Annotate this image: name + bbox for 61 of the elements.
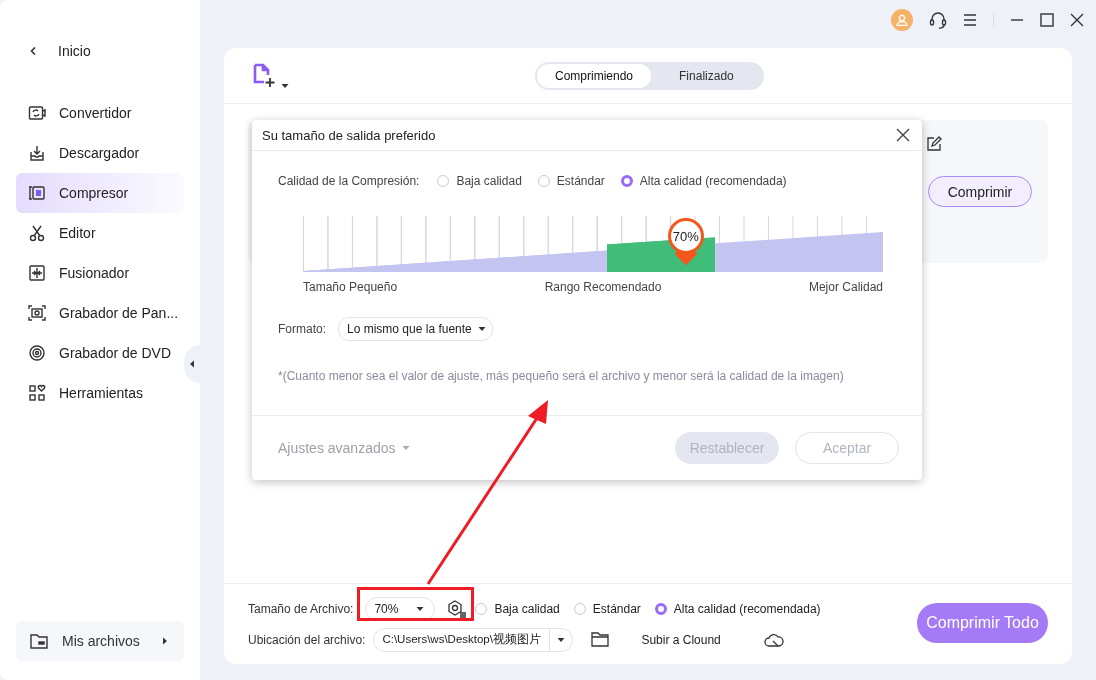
folder-icon	[30, 633, 48, 649]
sidebar-item[interactable]: Compresor	[16, 173, 184, 213]
convert-icon	[28, 104, 46, 122]
add-file-button[interactable]	[252, 62, 289, 89]
apps-icon	[28, 384, 46, 402]
format-label: Formato:	[278, 322, 326, 336]
compress-icon	[28, 184, 46, 202]
file-size-label: Tamaño de Archivo:	[248, 601, 354, 616]
sidebar-item[interactable]: Grabador de DVD	[16, 333, 184, 373]
quality-radio[interactable]: Alta calidad (recomendada)	[620, 174, 787, 188]
quality-slider[interactable]: 70%	[303, 216, 883, 272]
sidebar-item[interactable]: Convertidor	[16, 93, 184, 133]
user-icon	[896, 14, 908, 26]
collapse-tab[interactable]	[184, 345, 200, 383]
sidebar-item[interactable]: Descargador	[16, 133, 184, 173]
upload-cloud-link[interactable]: Subir a Clound	[641, 632, 721, 647]
tab[interactable]: Comprimiendo	[537, 64, 652, 88]
sidebar-item[interactable]: Herramientas	[16, 373, 184, 413]
close-icon[interactable]	[896, 128, 910, 142]
merge-icon	[28, 264, 46, 282]
dialog-title: Su tamaño de salida preferido	[262, 127, 436, 143]
chevron-right-icon	[162, 637, 168, 645]
quality-radio[interactable]: Estándar	[537, 174, 605, 188]
settings-icon[interactable]	[447, 599, 468, 618]
sidebar-item[interactable]: Editor	[16, 213, 184, 253]
format-dropdown[interactable]: Lo mismo que la fuente	[338, 317, 493, 341]
close-icon[interactable]	[1070, 13, 1084, 27]
slider-label: Rango Recomendado	[544, 280, 662, 294]
tab[interactable]: Finalizado	[651, 64, 762, 88]
folder-icon[interactable]	[591, 632, 610, 647]
scissors-icon	[28, 224, 46, 242]
screen-record-icon	[28, 304, 46, 322]
download-icon	[28, 144, 46, 162]
back-link[interactable]: Inicio	[30, 43, 91, 59]
quality-radio[interactable]: Estándar	[573, 601, 641, 616]
caret-icon	[281, 82, 289, 89]
add-file-icon	[252, 62, 276, 89]
quality-radio[interactable]: Baja calidad	[437, 174, 522, 188]
chevron-left-icon	[189, 360, 195, 368]
headset-icon[interactable]	[929, 11, 947, 29]
cloud-icon[interactable]	[762, 631, 785, 648]
slider-label: Tamaño Pequeño	[303, 280, 398, 294]
menu-icon[interactable]	[963, 14, 977, 26]
slider-label: Mejor Calidad	[808, 280, 883, 294]
disc-icon	[28, 344, 46, 362]
sidebar-item[interactable]: Fusionador	[16, 253, 184, 293]
sidebar-item[interactable]: Grabador de Pan...	[16, 293, 184, 333]
file-location-label: Ubicación del archivo:	[248, 632, 366, 647]
quality-radio[interactable]: Alta calidad (recomendada)	[654, 601, 821, 616]
caret-icon	[416, 605, 425, 612]
maximize-icon[interactable]	[1040, 13, 1054, 27]
edit-icon[interactable]	[926, 136, 942, 152]
caret-icon	[557, 636, 566, 643]
caret-icon	[401, 445, 410, 451]
compress-button[interactable]: Comprimir	[928, 176, 1032, 207]
my-files-button[interactable]: Mis archivos	[16, 621, 184, 661]
hint-text: *(Cuanto menor sea el valor de ajuste, más pequeño será el archivo y menor será la calidad de la imagen)	[278, 369, 845, 383]
quality-radio[interactable]: Baja calidad	[475, 601, 560, 616]
chevron-left-icon	[30, 47, 36, 55]
caret-icon	[477, 326, 486, 332]
quality-label: Calidad de la Compresión:	[278, 174, 420, 188]
